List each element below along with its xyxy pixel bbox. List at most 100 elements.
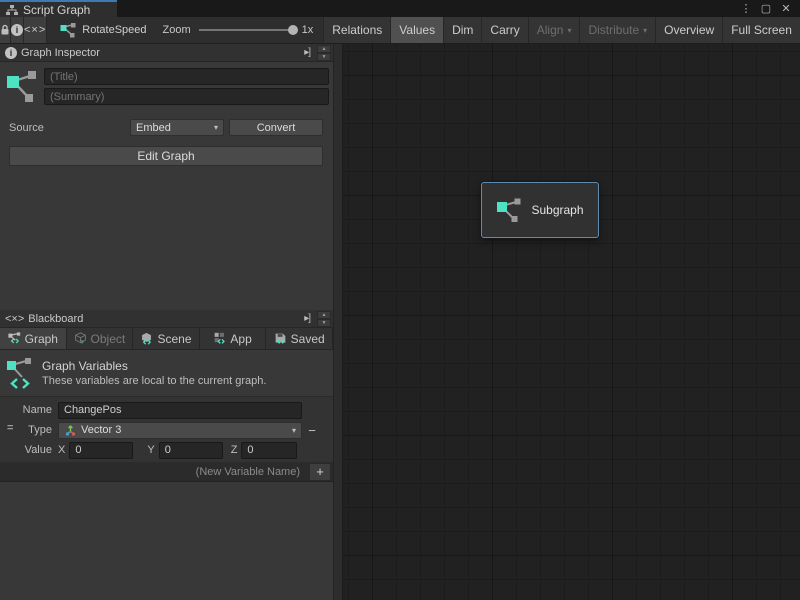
relations-label: Relations [332, 23, 382, 37]
carry-label: Carry [490, 23, 519, 37]
blackboard-panel: <×> Blackboard ▸] ▲ ▼ [0, 310, 333, 600]
axis-z-label: Z [231, 444, 238, 456]
subgraph-node[interactable]: Subgraph [481, 182, 599, 238]
plus-icon: + [316, 464, 324, 479]
variable-name-input[interactable] [58, 402, 302, 419]
axis-y-input[interactable] [159, 442, 223, 459]
relations-button[interactable]: Relations [324, 17, 391, 43]
code-icon: <×> [24, 24, 46, 36]
graph-variables-section: Graph Variables These variables are loca… [0, 350, 333, 396]
drag-handle-icon[interactable]: = [7, 422, 13, 434]
object-cube-icon [74, 332, 87, 345]
dock-icon[interactable]: ▸] [301, 47, 313, 58]
full-screen-button[interactable]: Full Screen [723, 17, 800, 43]
graph-variables-icon [8, 332, 21, 345]
tab-app-label: App [230, 332, 251, 346]
source-row: Source Embed ▾ Convert [0, 109, 333, 136]
graph-toolbar: i <×> RotateSpeed Zoom 1x Relations [0, 17, 800, 44]
scroll-up-icon[interactable]: ▲ [317, 45, 331, 53]
carry-button[interactable]: Carry [482, 17, 528, 43]
tab-scene[interactable]: Scene [133, 328, 200, 349]
tab-saved[interactable]: Saved [266, 328, 333, 349]
lock-icon [0, 24, 10, 36]
window-maximize-icon[interactable]: ▢ [758, 2, 774, 15]
edit-graph-button[interactable]: Edit Graph [9, 146, 323, 166]
distribute-label: Distribute [588, 23, 639, 37]
distribute-dropdown[interactable]: Distribute ▾ [580, 17, 656, 43]
chevron-down-icon: ▾ [214, 123, 218, 132]
panel-scrollbar[interactable] [333, 44, 343, 600]
variable-type-row: = Type Vector 3 ▾ − [0, 420, 333, 440]
convert-button[interactable]: Convert [229, 119, 323, 136]
tab-app[interactable]: App [200, 328, 267, 349]
zoom-slider-thumb[interactable] [288, 25, 298, 35]
zoom-control: Zoom 1x [157, 17, 320, 43]
toolbar-toggle-group: Relations Values Dim Carry Align ▾ Distr… [323, 17, 800, 43]
zoom-value: 1x [302, 24, 314, 36]
dock-icon[interactable]: ▸] [301, 313, 313, 324]
scroll-down-icon[interactable]: ▼ [317, 319, 331, 327]
variable-type-dropdown[interactable]: Vector 3 ▾ [58, 422, 302, 439]
window-close-icon[interactable]: ✕ [778, 2, 794, 15]
axis-x-input[interactable] [69, 442, 133, 459]
graph-summary-input[interactable] [44, 88, 329, 105]
panel-scroll-arrows: ▲ ▼ [317, 45, 331, 61]
chevron-down-icon: ▾ [643, 26, 647, 35]
blackboard-header: <×> Blackboard ▸] ▲ ▼ [0, 310, 333, 328]
blackboard-empty-space [0, 482, 333, 600]
remove-variable-button[interactable]: − [302, 423, 322, 438]
graph-title-input[interactable] [44, 68, 329, 85]
chevron-down-icon: ▾ [292, 426, 296, 435]
script-graph-window: Script Graph ⋮ ▢ ✕ i <×> [0, 0, 800, 600]
align-dropdown[interactable]: Align ▾ [529, 17, 581, 43]
code-view-button[interactable]: <×> [24, 17, 47, 43]
save-floppy-icon [274, 332, 287, 345]
axis-z-input[interactable] [241, 442, 297, 459]
app-icon [213, 332, 226, 345]
dim-label: Dim [452, 23, 473, 37]
graph-inspector-panel: i Graph Inspector ▸] ▲ ▼ [0, 44, 333, 310]
graph-variables-description: These variables are local to the current… [42, 375, 266, 387]
scene-icon [140, 332, 153, 345]
inspector-toggle-button[interactable]: i [11, 17, 24, 43]
node-label: Subgraph [531, 203, 583, 217]
window-menu-icon[interactable]: ⋮ [738, 2, 754, 15]
tab-object[interactable]: Object [67, 328, 134, 349]
overview-label: Overview [664, 23, 714, 37]
dim-button[interactable]: Dim [444, 17, 482, 43]
tab-saved-label: Saved [291, 332, 325, 346]
scroll-down-icon[interactable]: ▼ [317, 53, 331, 61]
values-button[interactable]: Values [391, 17, 444, 43]
chevron-down-icon: ▾ [567, 26, 571, 35]
add-variable-button[interactable]: + [309, 463, 331, 481]
info-icon: i [11, 24, 23, 36]
variable-row: Name = Type Vector 3 [0, 397, 333, 462]
tab-graph[interactable]: Graph [0, 328, 67, 349]
graph-meta-fields [44, 68, 329, 105]
tab-script-graph[interactable]: Script Graph [0, 0, 117, 17]
source-dropdown[interactable]: Embed ▾ [130, 119, 224, 136]
lock-button[interactable] [0, 17, 11, 43]
source-label: Source [9, 122, 130, 134]
window-controls: ⋮ ▢ ✕ [738, 0, 800, 17]
graph-inspector-title: Graph Inspector [21, 47, 297, 59]
full-screen-label: Full Screen [731, 23, 792, 37]
overview-button[interactable]: Overview [656, 17, 723, 43]
panel-scroll-arrows: ▲ ▼ [317, 311, 331, 327]
tab-object-label: Object [91, 332, 126, 346]
blackboard-icon: <×> [5, 313, 24, 325]
edit-graph-label: Edit Graph [137, 149, 194, 163]
zoom-slider[interactable] [199, 29, 294, 31]
variable-name-row: Name [0, 400, 333, 420]
script-graph-icon [496, 197, 522, 223]
graph-variables-icon [6, 357, 34, 389]
graph-canvas[interactable]: Subgraph [343, 44, 800, 600]
values-label: Values [399, 23, 435, 37]
axis-x-label: X [58, 444, 65, 456]
variable-name-label: Name [0, 404, 52, 416]
new-variable-input[interactable] [8, 466, 306, 478]
variable-type-value: Vector 3 [81, 424, 121, 436]
scroll-up-icon[interactable]: ▲ [317, 311, 331, 319]
new-variable-row: + [0, 462, 333, 482]
vector3-icon [64, 424, 77, 437]
